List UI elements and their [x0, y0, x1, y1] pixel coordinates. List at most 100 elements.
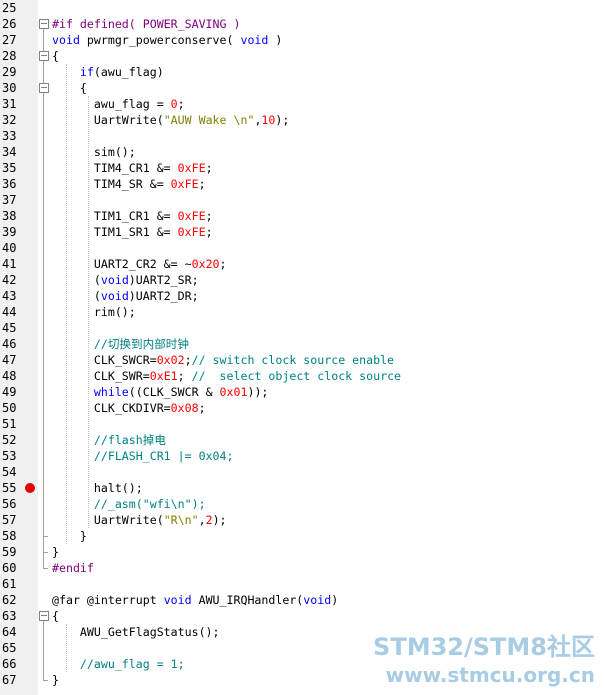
line-number: 61: [2, 577, 17, 591]
line-number: 46: [2, 337, 17, 351]
code-line[interactable]: 43 (void)UART2_DR;: [0, 288, 605, 304]
line-number: 58: [2, 529, 17, 543]
fold-toggle-icon[interactable]: [39, 83, 49, 93]
line-number: 64: [2, 625, 17, 639]
breakpoint-icon[interactable]: [25, 483, 35, 493]
code-token: void: [303, 593, 332, 607]
code-line[interactable]: 57 UartWrite("R\n",2);: [0, 512, 605, 528]
code-token: "AUW Wake \n": [163, 113, 255, 127]
code-text: }: [52, 528, 87, 544]
code-token: void: [240, 33, 269, 47]
code-line[interactable]: 27 void pwrmgr_powerconserve( void ): [0, 32, 605, 48]
code-token: ;: [198, 177, 206, 191]
code-token: 2: [205, 513, 213, 527]
code-line[interactable]: 35 TIM4_CR1 &= 0xFE;: [0, 160, 605, 176]
code-token: void: [100, 273, 129, 287]
code-token: (: [52, 289, 101, 303]
code-line[interactable]: 38 TIM1_CR1 &= 0xFE;: [0, 208, 605, 224]
code-text: TIM1_CR1 &= 0xFE;: [52, 208, 213, 224]
code-line[interactable]: 51: [0, 416, 605, 432]
fold-toggle-icon[interactable]: [39, 51, 49, 61]
code-token: // switch clock source enable: [191, 353, 395, 367]
code-token: if: [79, 65, 94, 79]
fold-end-marker: [43, 552, 48, 553]
code-line[interactable]: 50 CLK_CKDIVR=0x08;: [0, 400, 605, 416]
fold-toggle-icon[interactable]: [39, 19, 49, 29]
code-token: ): [331, 593, 339, 607]
code-token: ;: [219, 257, 227, 271]
code-line[interactable]: 31 awu_flag = 0;: [0, 96, 605, 112]
code-token: ;: [205, 161, 213, 175]
code-token: rim();: [52, 305, 136, 319]
code-line[interactable]: 48 CLK_SWR=0xE1; // select object clock …: [0, 368, 605, 384]
line-number: 25: [2, 1, 17, 15]
indent-guide: [66, 64, 67, 544]
code-line[interactable]: 40: [0, 240, 605, 256]
code-token: ,: [198, 513, 206, 527]
code-token: 0x20: [191, 257, 220, 271]
code-token: void: [163, 593, 192, 607]
code-line[interactable]: 55 halt();: [0, 480, 605, 496]
code-line[interactable]: 56 //_asm("wfi\n");: [0, 496, 605, 512]
code-token: AWU_IRQHandler(: [191, 593, 304, 607]
code-text: sim();: [52, 144, 136, 160]
code-text: TIM4_SR &= 0xFE;: [52, 176, 206, 192]
fold-toggle-icon[interactable]: [39, 611, 49, 621]
code-editor[interactable]: 25 26 #if defined( POWER_SAVING ) 27 void pw…: [0, 0, 605, 695]
code-line[interactable]: 32 UartWrite("AUW Wake \n",10);: [0, 112, 605, 128]
code-line[interactable]: 36 TIM4_SR &= 0xFE;: [0, 176, 605, 192]
code-token: #endif: [52, 561, 94, 575]
code-text: (void)UART2_DR;: [52, 288, 199, 304]
code-token: 0: [170, 97, 178, 111]
line-number: 32: [2, 113, 17, 127]
code-line[interactable]: 61: [0, 576, 605, 592]
code-line[interactable]: 59}: [0, 544, 605, 560]
code-line[interactable]: 62 @far @interrupt void AWU_IRQHandler(vo…: [0, 592, 605, 608]
code-line[interactable]: 39 TIM1_SR1 &= 0xFE;: [0, 224, 605, 240]
line-number: 62: [2, 593, 17, 607]
code-line[interactable]: 54: [0, 464, 605, 480]
code-line[interactable]: 45: [0, 320, 605, 336]
code-line[interactable]: 33: [0, 128, 605, 144]
code-line[interactable]: 42 (void)UART2_SR;: [0, 272, 605, 288]
code-line[interactable]: 26 #if defined( POWER_SAVING ): [0, 16, 605, 32]
code-line[interactable]: 30 {: [0, 80, 605, 96]
code-token: }: [52, 529, 87, 543]
line-number: 31: [2, 97, 17, 111]
code-token: // select object clock source: [191, 369, 402, 383]
code-line[interactable]: 41 UART2_CR2 &= ~0x20;: [0, 256, 605, 272]
code-line[interactable]: 34 sim();: [0, 144, 605, 160]
code-text: //_asm("wfi\n");: [52, 496, 206, 512]
code-line[interactable]: 46 //切换到内部时钟: [0, 336, 605, 352]
code-line[interactable]: 52 //flash掉电: [0, 432, 605, 448]
code-token: UART2_CR2 &= ~: [52, 257, 192, 271]
line-number: 54: [2, 465, 17, 479]
code-token: ));: [247, 385, 269, 399]
code-text: if(awu_flag): [52, 64, 164, 80]
code-token: while: [93, 385, 129, 399]
code-line[interactable]: 44 rim();: [0, 304, 605, 320]
code-token: ;: [177, 97, 185, 111]
code-text: #endif: [52, 560, 94, 576]
code-token: );: [275, 113, 290, 127]
code-token: 10: [261, 113, 276, 127]
code-text: //FLASH_CR1 |= 0x04;: [52, 448, 234, 464]
code-text: TIM1_SR1 &= 0xFE;: [52, 224, 213, 240]
line-number: 49: [2, 385, 17, 399]
code-token: }: [52, 545, 59, 559]
line-number: 48: [2, 369, 17, 383]
line-number: 28: [2, 49, 17, 63]
code-line[interactable]: 47 CLK_SWCR=0x02;// switch clock source …: [0, 352, 605, 368]
code-line[interactable]: 25: [0, 0, 605, 16]
code-line[interactable]: 29 if(awu_flag): [0, 64, 605, 80]
line-number: 44: [2, 305, 17, 319]
indent-guide: [88, 96, 89, 528]
code-line[interactable]: 63 {: [0, 608, 605, 624]
code-line[interactable]: 37: [0, 192, 605, 208]
code-line[interactable]: 28 {: [0, 48, 605, 64]
code-line[interactable]: 49 while((CLK_SWCR & 0x01));: [0, 384, 605, 400]
code-line[interactable]: 58 }: [0, 528, 605, 544]
code-token: );: [212, 513, 227, 527]
code-line[interactable]: 53 //FLASH_CR1 |= 0x04;: [0, 448, 605, 464]
code-line[interactable]: 60 #endif: [0, 560, 605, 576]
